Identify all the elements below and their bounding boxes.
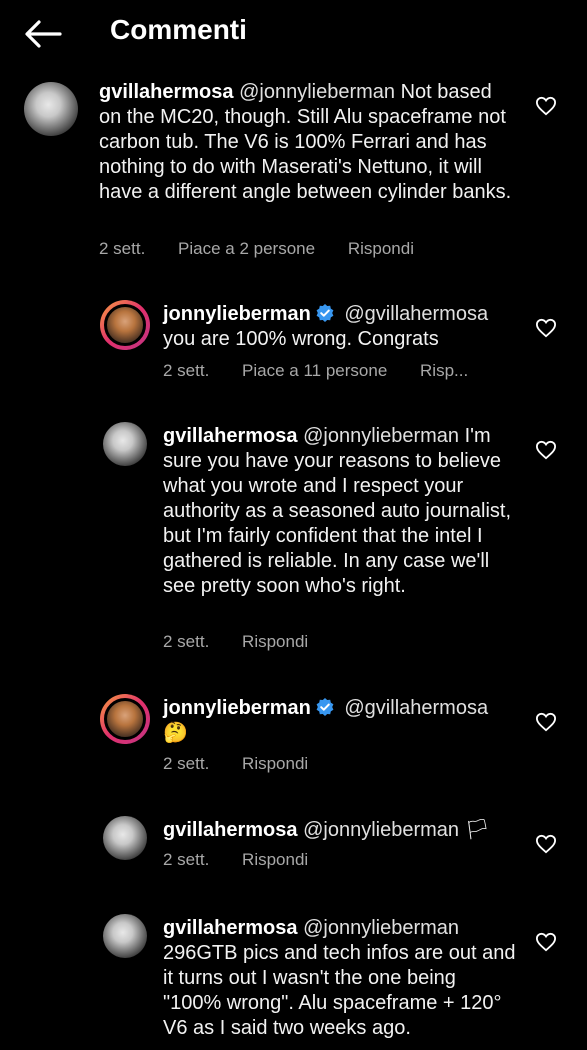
page-title: Commenti: [110, 14, 247, 45]
avatar[interactable]: [100, 694, 150, 744]
comment-likes[interactable]: Piace a 11 persone: [242, 361, 387, 380]
comment-time: 2 sett.: [163, 754, 210, 773]
verified-badge-icon: [316, 698, 334, 716]
reply-button[interactable]: Rispondi: [242, 754, 308, 773]
heart-icon[interactable]: [535, 834, 557, 854]
reply-button[interactable]: Rispondi: [348, 239, 414, 258]
heart-icon[interactable]: [535, 712, 557, 732]
thinking-emoji: 🤔: [163, 722, 188, 744]
comment-meta: 2 sett. Rispondi: [163, 632, 336, 652]
avatar[interactable]: [24, 82, 78, 136]
avatar[interactable]: [103, 914, 147, 958]
avatar[interactable]: [103, 422, 147, 466]
comment-username[interactable]: jonnylieberman: [163, 303, 311, 325]
avatar[interactable]: [103, 816, 147, 860]
comment-meta: 2 sett. Piace a 2 persone Rispondi: [99, 239, 442, 259]
heart-icon[interactable]: [535, 318, 557, 338]
comment-time: 2 sett.: [163, 632, 210, 651]
white-flag-emoji: 🏳: [464, 819, 490, 841]
comment-text: jonnylieberman @gvillahermosa 🤔: [163, 696, 517, 746]
arrow-left-icon: [25, 20, 62, 48]
heart-icon[interactable]: [535, 96, 557, 116]
comment-text: gvillahermosa @jonnylieberman I'm sure y…: [163, 424, 517, 599]
comment-mention[interactable]: @gvillahermosa: [344, 697, 488, 719]
reply-button[interactable]: Rispondi: [242, 632, 308, 651]
heart-icon[interactable]: [535, 932, 557, 952]
comment-mention[interactable]: @jonnylieberman: [303, 917, 459, 939]
comment-body: you are 100% wrong. Congrats: [163, 328, 439, 350]
comment-username[interactable]: gvillahermosa: [163, 425, 298, 447]
comment-likes[interactable]: Piace a 2 persone: [178, 239, 315, 258]
comment-text: gvillahermosa @jonnylieberman 296GTB pic…: [163, 916, 517, 1041]
comment-username[interactable]: gvillahermosa: [99, 81, 234, 103]
comment-mention[interactable]: @gvillahermosa: [344, 303, 488, 325]
reply-button[interactable]: Risp...: [420, 361, 468, 380]
comment-text: jonnylieberman @gvillahermosa you are 10…: [163, 302, 517, 352]
back-button[interactable]: [22, 16, 62, 52]
heart-icon[interactable]: [535, 440, 557, 460]
avatar[interactable]: [100, 300, 150, 350]
comment-username[interactable]: jonnylieberman: [163, 697, 311, 719]
reply-button[interactable]: Rispondi: [242, 850, 308, 869]
comment-text: gvillahermosa @jonnylieberman Not based …: [99, 80, 517, 205]
comment-text: gvillahermosa @jonnylieberman 🏳: [163, 818, 517, 843]
comment-meta: 2 sett. Rispondi: [163, 754, 336, 774]
comment-mention[interactable]: @jonnylieberman: [303, 425, 459, 447]
comment-time: 2 sett.: [163, 850, 210, 869]
comment-username[interactable]: gvillahermosa: [163, 819, 298, 841]
comment-mention[interactable]: @jonnylieberman: [303, 819, 459, 841]
comment-mention[interactable]: @jonnylieberman: [239, 81, 395, 103]
comment-body: I'm sure you have your reasons to believ…: [163, 425, 511, 597]
comment-time: 2 sett.: [99, 239, 146, 258]
verified-badge-icon: [316, 304, 334, 322]
comment-body: 296GTB pics and tech infos are out and i…: [163, 942, 516, 1039]
comment-time: 2 sett.: [163, 361, 210, 380]
comment-username[interactable]: gvillahermosa: [163, 917, 298, 939]
comment-meta: 2 sett. Rispondi: [163, 850, 336, 870]
comment-meta: 2 sett. Piace a 11 persone Risp...: [163, 361, 496, 381]
top-bar: Commenti: [0, 0, 587, 70]
